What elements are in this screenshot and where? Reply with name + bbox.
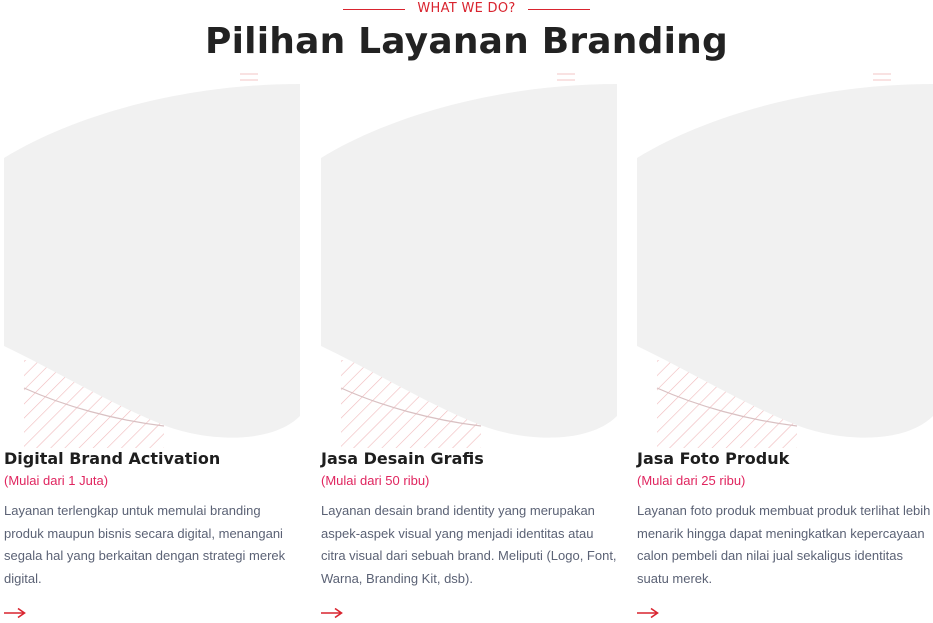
card-price: (Mulai dari 1 Juta) bbox=[4, 473, 109, 488]
arrow-right-icon[interactable] bbox=[4, 606, 26, 620]
eyebrow-line-right bbox=[527, 8, 590, 10]
eyebrow-line-left bbox=[343, 8, 406, 10]
service-card: Jasa Foto Produk (Mulai dari 25 ribu) La… bbox=[637, 70, 933, 623]
eyebrow-text: WHAT WE DO? bbox=[417, 1, 516, 16]
service-image-placeholder bbox=[637, 73, 933, 448]
card-title: Jasa Desain Grafis bbox=[321, 449, 484, 468]
card-price: (Mulai dari 25 ribu) bbox=[637, 473, 746, 488]
card-description: Layanan terlengkap untuk memulai brandin… bbox=[4, 503, 286, 586]
card-title: Digital Brand Activation bbox=[4, 449, 221, 468]
card-title: Jasa Foto Produk bbox=[637, 449, 790, 468]
service-card: Jasa Desain Grafis (Mulai dari 50 ribu) … bbox=[321, 70, 617, 623]
arrow-right-icon[interactable] bbox=[321, 606, 343, 620]
section-eyebrow: WHAT WE DO? bbox=[0, 0, 933, 18]
card-description: Layanan desain brand identity yang merup… bbox=[321, 503, 617, 586]
section-title: Pilihan Layanan Branding bbox=[205, 21, 728, 62]
arrow-right-icon[interactable] bbox=[637, 606, 659, 620]
card-description: Layanan foto produk membuat produk terli… bbox=[637, 503, 931, 586]
service-image-placeholder bbox=[4, 73, 300, 448]
card-price: (Mulai dari 50 ribu) bbox=[321, 473, 430, 488]
service-card: Digital Brand Activation (Mulai dari 1 J… bbox=[4, 70, 300, 623]
service-image-placeholder bbox=[321, 73, 617, 448]
